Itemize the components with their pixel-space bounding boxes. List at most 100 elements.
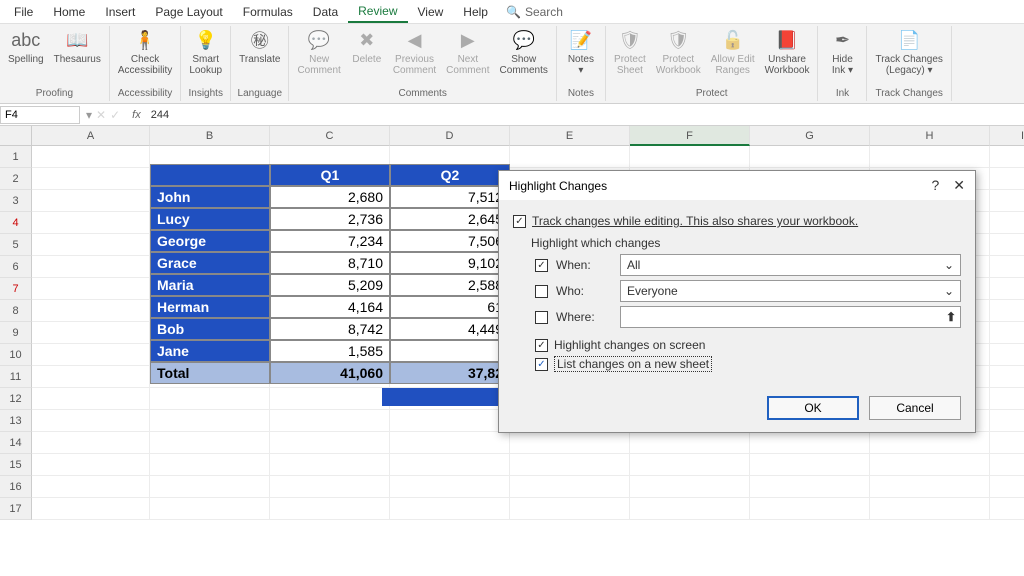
cell[interactable] [150, 498, 270, 520]
cell-q1[interactable]: 8,742 [270, 318, 390, 340]
cell[interactable] [510, 454, 630, 476]
column-header-H[interactable]: H [870, 126, 990, 146]
cell[interactable] [32, 212, 150, 234]
cell[interactable] [270, 432, 390, 454]
cell[interactable] [390, 432, 510, 454]
tab-formulas[interactable]: Formulas [233, 2, 303, 22]
cell[interactable] [630, 476, 750, 498]
column-header-D[interactable]: D [390, 126, 510, 146]
cell[interactable] [990, 344, 1024, 366]
fx-icon[interactable]: fx [126, 109, 147, 121]
cell[interactable] [870, 454, 990, 476]
column-header-G[interactable]: G [750, 126, 870, 146]
cell[interactable] [990, 432, 1024, 454]
column-header-C[interactable]: C [270, 126, 390, 146]
cell[interactable] [630, 146, 750, 168]
tab-insert[interactable]: Insert [95, 2, 145, 22]
who-select[interactable]: Everyone⌄ [620, 280, 961, 302]
cell[interactable] [32, 344, 150, 366]
row-header-14[interactable]: 14 [0, 432, 32, 454]
cell[interactable] [270, 410, 390, 432]
cell[interactable] [990, 410, 1024, 432]
cell[interactable] [150, 388, 270, 410]
cell[interactable] [750, 476, 870, 498]
cell[interactable] [270, 454, 390, 476]
row-header-7[interactable]: 7 [0, 278, 32, 300]
tab-view[interactable]: View [408, 2, 454, 22]
cell[interactable] [32, 278, 150, 300]
cell[interactable] [150, 454, 270, 476]
cell[interactable] [990, 476, 1024, 498]
cell[interactable] [990, 168, 1024, 190]
row-header-15[interactable]: 15 [0, 454, 32, 476]
cell[interactable] [32, 146, 150, 168]
track-changes-button[interactable]: 📄Track Changes(Legacy) ▾ [871, 26, 946, 78]
row-header-2[interactable]: 2 [0, 168, 32, 190]
cell[interactable] [990, 388, 1024, 410]
cell-q1[interactable]: 8,710 [270, 252, 390, 274]
row-header-17[interactable]: 17 [0, 498, 32, 520]
tab-file[interactable]: File [4, 2, 43, 22]
row-header-11[interactable]: 11 [0, 366, 32, 388]
cell[interactable] [990, 322, 1024, 344]
highlight-on-screen-row[interactable]: ✓ Highlight changes on screen [535, 338, 961, 352]
cell[interactable] [32, 300, 150, 322]
cell-q1[interactable]: 5,209 [270, 274, 390, 296]
smart-lookup-button[interactable]: 💡SmartLookup [185, 26, 226, 78]
cell[interactable] [750, 432, 870, 454]
notes-button[interactable]: 📝Notes▾ [561, 26, 601, 78]
cell[interactable] [990, 498, 1024, 520]
cell[interactable] [32, 190, 150, 212]
cancel-button[interactable]: Cancel [869, 396, 961, 420]
row-header-5[interactable]: 5 [0, 234, 32, 256]
where-checkbox[interactable] [535, 311, 548, 324]
select-all-corner[interactable] [0, 126, 32, 146]
range-picker-icon[interactable]: ⬆ [946, 310, 956, 324]
tab-review[interactable]: Review [348, 1, 407, 23]
tab-help[interactable]: Help [453, 2, 498, 22]
checkbox-checked-icon[interactable]: ✓ [535, 339, 548, 352]
cell[interactable] [32, 168, 150, 190]
dropdown-icon[interactable]: ▾ [86, 108, 92, 122]
cell-q2[interactable] [390, 340, 510, 362]
tab-page-layout[interactable]: Page Layout [145, 2, 232, 22]
cell[interactable] [990, 256, 1024, 278]
cell-q1[interactable]: 4,164 [270, 296, 390, 318]
cell-q2[interactable]: 2,645 [390, 208, 510, 230]
cell[interactable] [150, 410, 270, 432]
row-header-12[interactable]: 12 [0, 388, 32, 410]
cell[interactable] [750, 146, 870, 168]
cell[interactable] [510, 498, 630, 520]
row-header-1[interactable]: 1 [0, 146, 32, 168]
cell[interactable] [32, 366, 150, 388]
cell[interactable] [150, 476, 270, 498]
confirm-icon[interactable]: ✓ [110, 108, 120, 122]
cell[interactable] [510, 432, 630, 454]
row-header-13[interactable]: 13 [0, 410, 32, 432]
spelling-button[interactable]: abcSpelling [4, 26, 48, 67]
cell[interactable] [630, 454, 750, 476]
row-header-16[interactable]: 16 [0, 476, 32, 498]
row-header-6[interactable]: 6 [0, 256, 32, 278]
cell[interactable] [32, 476, 150, 498]
who-checkbox[interactable] [535, 285, 548, 298]
translate-button[interactable]: ㊙Translate [235, 26, 284, 67]
cell[interactable] [32, 454, 150, 476]
ok-button[interactable]: OK [767, 396, 859, 420]
cell[interactable] [510, 476, 630, 498]
where-input[interactable]: ⬆ [620, 306, 961, 328]
close-icon[interactable]: ✕ [953, 177, 965, 194]
cell[interactable] [390, 410, 510, 432]
cell[interactable] [990, 146, 1024, 168]
search-box[interactable]: 🔍Search [506, 5, 563, 19]
cell-q1[interactable]: 7,234 [270, 230, 390, 252]
cell[interactable] [390, 454, 510, 476]
cell[interactable] [990, 366, 1024, 388]
tab-home[interactable]: Home [43, 2, 95, 22]
cell[interactable] [870, 432, 990, 454]
cell[interactable] [990, 190, 1024, 212]
check-accessibility-button[interactable]: 🧍CheckAccessibility [114, 26, 176, 78]
checkbox-checked-icon[interactable]: ✓ [513, 215, 526, 228]
cell-q2[interactable]: 7,506 [390, 230, 510, 252]
show-comments-button[interactable]: 💬ShowComments [496, 26, 552, 78]
